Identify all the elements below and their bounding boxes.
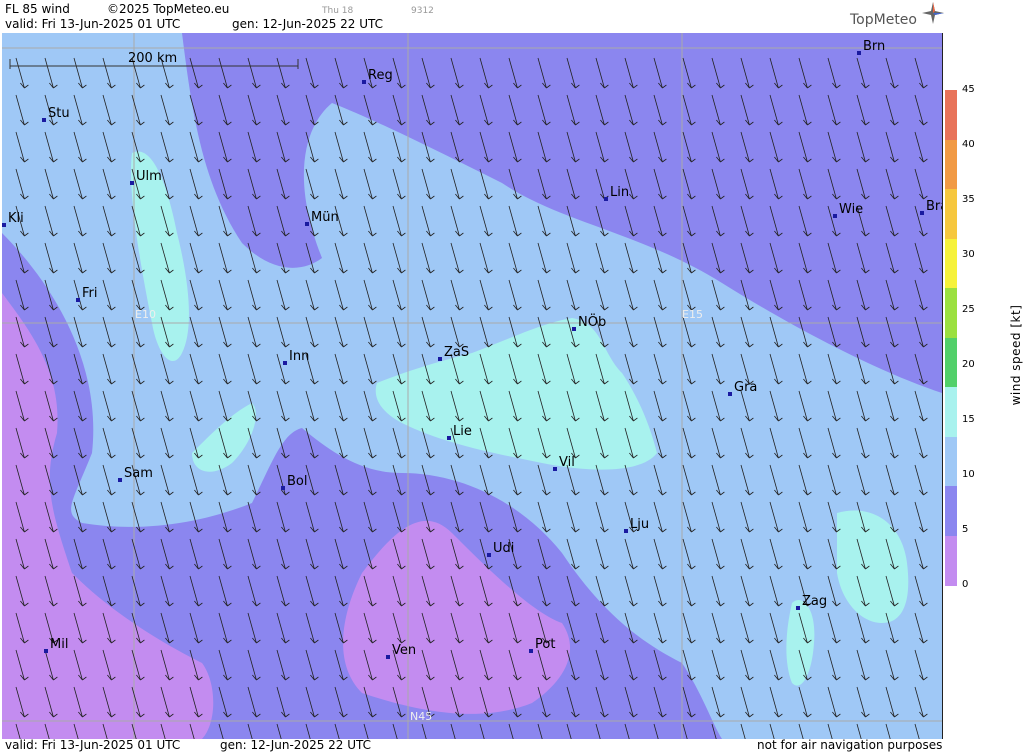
city-label-pot: Pot bbox=[535, 637, 556, 652]
legend-tick-label: 5 bbox=[962, 524, 969, 535]
city-dot bbox=[283, 361, 287, 365]
grid-label-n45: N45 bbox=[410, 710, 433, 723]
city-label-udi: Udi bbox=[493, 541, 515, 556]
city-dot bbox=[362, 80, 366, 84]
footer-generation-time: gen: 12-Jun-2025 22 UTC bbox=[220, 738, 372, 752]
city-label-wie: Wie bbox=[839, 202, 864, 217]
legend-tick-label: 0 bbox=[962, 579, 969, 590]
legend-swatch bbox=[945, 436, 957, 487]
legend-swatch bbox=[945, 337, 957, 388]
city-dot bbox=[44, 649, 48, 653]
city-label-lie: Lie bbox=[453, 424, 472, 439]
city-label-nöb: NÖb bbox=[578, 315, 607, 330]
city-label-mün: Mün bbox=[311, 210, 339, 225]
city-label-ulm: Ulm bbox=[136, 169, 162, 184]
wind-map[interactable]: 200 km E10 E15 N45 Stu Reg Brn Ulm Kli Mün Lin… bbox=[2, 33, 943, 739]
footer-disclaimer: not for air navigation purposes bbox=[757, 738, 943, 752]
city-dot bbox=[281, 486, 285, 490]
city-label-bra: Bra bbox=[926, 199, 942, 214]
legend-swatch bbox=[945, 139, 957, 190]
grid-label-e10: E10 bbox=[135, 308, 156, 321]
legend-tick-label: 40 bbox=[962, 139, 975, 150]
city-label-fri: Fri bbox=[82, 286, 98, 301]
legend-swatch bbox=[945, 486, 957, 536]
legend-tick-label: 15 bbox=[962, 414, 975, 425]
legend-swatch bbox=[945, 90, 957, 140]
product-title: FL 85 wind bbox=[5, 2, 70, 16]
city-dot bbox=[487, 553, 491, 557]
city-label-mil: Mil bbox=[50, 637, 69, 652]
city-dot bbox=[553, 467, 557, 471]
topmeteo-logo[interactable]: TopMeteo bbox=[850, 2, 944, 28]
city-label-lin: Lin bbox=[610, 185, 630, 200]
city-dot bbox=[796, 606, 800, 610]
city-dot bbox=[447, 436, 451, 440]
city-dot bbox=[305, 222, 309, 226]
footer-valid-time: valid: Fri 13-Jun-2025 01 UTC bbox=[5, 738, 181, 752]
compass-star-icon bbox=[922, 2, 944, 24]
city-dot bbox=[2, 223, 6, 227]
valid-time: valid: Fri 13-Jun-2025 01 UTC bbox=[5, 17, 181, 31]
city-label-gra: Gra bbox=[734, 380, 758, 395]
city-label-inn: Inn bbox=[289, 349, 310, 364]
city-label-vil: Vil bbox=[559, 455, 575, 470]
city-label-bol: Bol bbox=[287, 474, 308, 489]
legend-label: wind speed [kt] bbox=[1009, 304, 1023, 406]
city-dot bbox=[624, 529, 628, 533]
legend-swatch bbox=[945, 387, 957, 437]
copyright: ©2025 TopMeteo.eu bbox=[107, 2, 230, 16]
legend-tick-label: 10 bbox=[962, 469, 975, 480]
city-dot bbox=[438, 357, 442, 361]
small-code: 9312 bbox=[411, 6, 434, 16]
city-label-sam: Sam bbox=[124, 466, 153, 481]
city-label-kli: Kli bbox=[8, 211, 24, 226]
scale-bar-label: 200 km bbox=[128, 51, 178, 66]
city-dot bbox=[833, 214, 837, 218]
legend-swatch bbox=[945, 238, 957, 289]
small-day: Thu 18 bbox=[322, 6, 354, 16]
brand-name: TopMeteo bbox=[850, 12, 917, 28]
city-dot bbox=[130, 181, 134, 185]
city-dot bbox=[572, 327, 576, 331]
wind-speed-legend bbox=[945, 90, 957, 586]
city-dot bbox=[42, 118, 46, 122]
city-dot bbox=[728, 392, 732, 396]
legend-tick-label: 25 bbox=[962, 304, 975, 315]
legend-swatch bbox=[945, 288, 957, 338]
city-label-zas: ZaS bbox=[444, 345, 470, 360]
city-label-ven: Ven bbox=[392, 643, 417, 658]
city-dot bbox=[529, 649, 533, 653]
city-label-brn: Brn bbox=[863, 39, 886, 54]
legend-swatch bbox=[945, 189, 957, 239]
legend-tick-label: 45 bbox=[962, 84, 975, 95]
city-dot bbox=[386, 655, 390, 659]
legend-tick-label: 30 bbox=[962, 249, 975, 260]
city-label-zag: Zag bbox=[802, 594, 828, 609]
legend-tick-label: 20 bbox=[962, 359, 975, 370]
city-dot bbox=[920, 211, 924, 215]
city-label-lju: Lju bbox=[630, 517, 650, 532]
grid-label-e15: E15 bbox=[682, 308, 703, 321]
city-dot bbox=[118, 478, 122, 482]
wind-map-canvas bbox=[2, 33, 942, 739]
city-dot bbox=[604, 197, 608, 201]
legend-tick-label: 35 bbox=[962, 194, 975, 205]
legend-swatch bbox=[945, 535, 957, 586]
city-dot bbox=[76, 298, 80, 302]
city-label-stu: Stu bbox=[48, 106, 70, 121]
city-label-reg: Reg bbox=[368, 68, 393, 83]
generation-time: gen: 12-Jun-2025 22 UTC bbox=[232, 17, 384, 31]
city-dot bbox=[857, 51, 861, 55]
